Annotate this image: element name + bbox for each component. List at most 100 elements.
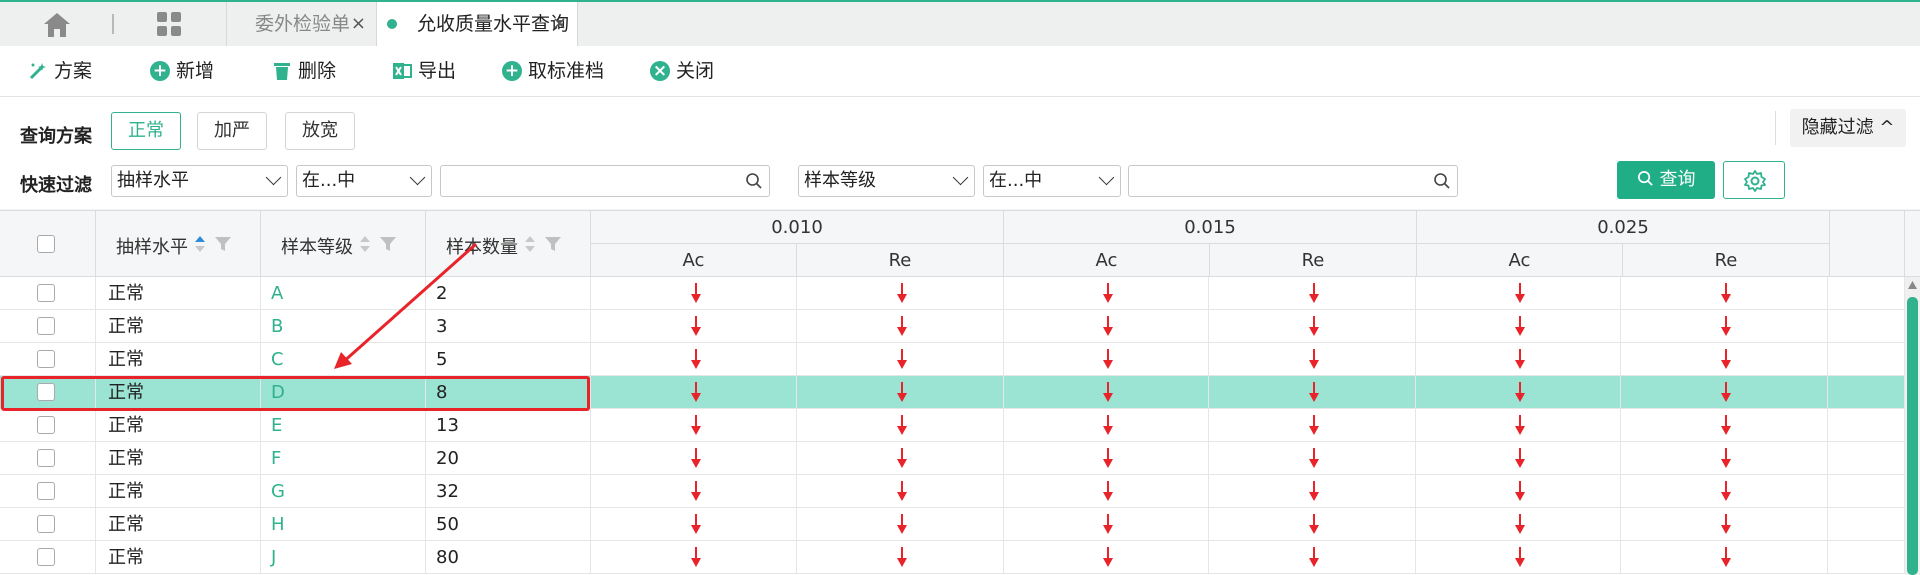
row-checkbox[interactable] (37, 317, 55, 335)
scheme-button[interactable]: 方案 (28, 46, 92, 96)
settings-button[interactable] (1723, 161, 1785, 199)
filter-value-input[interactable] (440, 165, 770, 197)
filler-cell (1830, 508, 1905, 540)
query-button[interactable]: 查询 (1617, 161, 1715, 199)
arrow-down-icon (1103, 415, 1113, 435)
table-row[interactable]: 正常 G 32 (0, 475, 1905, 508)
tab-outsource-inspection[interactable]: 委外检验单 × (226, 2, 376, 46)
aql-cell (591, 376, 797, 408)
filter-icon[interactable] (214, 235, 232, 253)
sub-header-ac: Ac (591, 244, 797, 277)
arrow-down-icon (897, 514, 907, 534)
scheme-reduced-button[interactable]: 放宽 (285, 112, 355, 150)
aql-cell (797, 409, 1004, 441)
aql-cell (1621, 541, 1828, 573)
code-cell: J (261, 541, 426, 573)
select-all-checkbox[interactable] (37, 235, 55, 253)
filter-field-select-2[interactable]: 样本等级 (798, 165, 975, 197)
scroll-up-icon[interactable] (1907, 279, 1918, 291)
table-row[interactable]: 正常 J 80 (0, 541, 1905, 574)
search-icon[interactable] (745, 172, 763, 190)
scheme-label: 方案 (54, 60, 93, 82)
vertical-scrollbar[interactable] (1905, 277, 1920, 575)
row-checkbox[interactable] (37, 416, 55, 434)
aql-cell (797, 310, 1004, 342)
column-title: 样本数量 (446, 237, 518, 258)
column-header-code[interactable]: 样本等级 (261, 211, 426, 277)
arrow-down-icon (1721, 316, 1731, 336)
filter-value-input-2[interactable] (1128, 165, 1458, 197)
arrow-down-icon (1309, 316, 1319, 336)
scheme-tightened-button[interactable]: 加严 (197, 112, 267, 150)
apps-grid-icon[interactable] (157, 12, 181, 36)
table-row[interactable]: 正常 C 5 (0, 343, 1905, 376)
code-cell: H (261, 508, 426, 540)
divider (112, 14, 114, 34)
aql-cell (1209, 442, 1416, 474)
scrollbar-thumb[interactable] (1907, 297, 1918, 575)
row-checkbox[interactable] (37, 284, 55, 302)
filler-cell (1830, 475, 1905, 507)
table-row[interactable]: 正常 A 2 (0, 277, 1905, 310)
cancel-standard-label: 取标准档 (528, 60, 605, 82)
aql-cell (1621, 475, 1828, 507)
cancel-standard-button[interactable]: + 取标准档 (502, 46, 604, 96)
delete-button[interactable]: 删除 (272, 46, 336, 96)
divider (1775, 111, 1776, 145)
row-checkbox[interactable] (37, 548, 55, 566)
table-row[interactable]: 正常 E 13 (0, 409, 1905, 442)
close-button[interactable]: × 关闭 (650, 46, 714, 96)
group-header-aql: 0.015 (1004, 211, 1417, 244)
filter-operator-select-2[interactable]: 在...中 (983, 165, 1121, 197)
aql-cell (1003, 376, 1209, 408)
row-checkbox[interactable] (37, 449, 55, 467)
arrow-down-icon (897, 481, 907, 501)
sort-icon[interactable] (359, 235, 371, 253)
arrow-down-icon (1721, 448, 1731, 468)
close-icon[interactable]: × (552, 2, 567, 46)
filter-icon[interactable] (544, 235, 562, 253)
aql-cell (591, 442, 797, 474)
filter-operator-select[interactable]: 在...中 (296, 165, 432, 197)
aql-cell (1621, 343, 1828, 375)
qty-cell: 80 (426, 541, 591, 573)
table-header: 抽样水平 样本等级 样本数量 0.010 Ac Re 0.015 Ac Re 0.025 Ac… (0, 210, 1920, 277)
add-button[interactable]: + 新增 (150, 46, 214, 96)
filter-field-select[interactable]: 抽样水平 (111, 165, 288, 197)
search-icon[interactable] (1433, 172, 1451, 190)
sort-icon[interactable] (524, 235, 536, 253)
aql-cell (797, 442, 1004, 474)
filler-cell (1830, 541, 1905, 573)
export-button[interactable]: 导出 (392, 46, 456, 96)
close-icon[interactable]: × (351, 2, 366, 46)
toolbar: 方案 + 新增 删除 导出 + 取标准档 × 关闭 (0, 46, 1920, 97)
table-row[interactable]: 正常 B 3 (0, 310, 1905, 343)
row-checkbox[interactable] (37, 515, 55, 533)
chevron-down-icon (1098, 169, 1115, 186)
row-checkbox[interactable] (37, 350, 55, 368)
home-icon[interactable] (40, 10, 74, 40)
column-header-qty[interactable]: 样本数量 (426, 211, 591, 277)
row-select-cell (0, 442, 96, 474)
code-cell: G (261, 475, 426, 507)
tab-label: 允收质量水平查询 (417, 13, 570, 35)
code-cell: A (261, 277, 426, 309)
table-row[interactable]: 正常 F 20 (0, 442, 1905, 475)
row-select-cell (0, 343, 96, 375)
hide-filter-button[interactable]: 隐藏过滤 ^ (1790, 109, 1906, 147)
aql-cell (1415, 541, 1621, 573)
tab-aql-query[interactable]: 允收质量水平查询 × (376, 2, 578, 46)
column-header-level[interactable]: 抽样水平 (96, 211, 261, 277)
aql-cell (591, 508, 797, 540)
row-checkbox[interactable] (37, 482, 55, 500)
arrow-down-icon (897, 448, 907, 468)
filter-operator-value: 在...中 (302, 170, 356, 191)
aql-cell (1003, 310, 1209, 342)
scheme-normal-button[interactable]: 正常 (111, 112, 181, 150)
aql-cell (591, 310, 797, 342)
filter-icon[interactable] (379, 235, 397, 253)
table-row[interactable]: 正常 H 50 (0, 508, 1905, 541)
sort-icon[interactable] (194, 235, 206, 253)
arrow-down-icon (1515, 415, 1525, 435)
level-cell: 正常 (96, 508, 261, 540)
